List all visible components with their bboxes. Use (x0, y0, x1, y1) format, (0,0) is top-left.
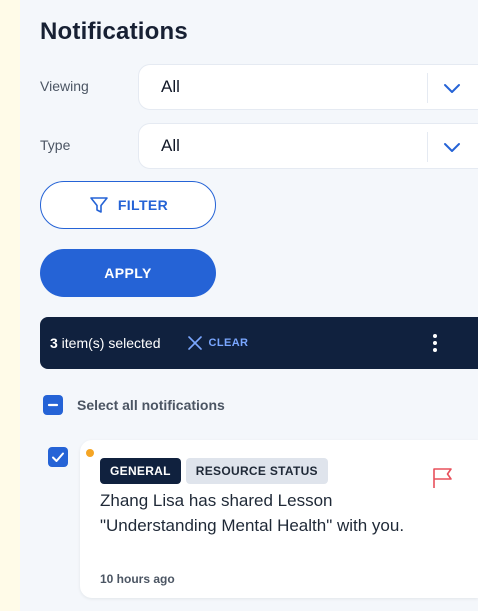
type-select[interactable]: All (138, 123, 478, 169)
viewing-select[interactable]: All (138, 64, 478, 110)
filter-button[interactable]: FILTER (40, 181, 216, 229)
select-divider (427, 73, 428, 103)
category-badge: GENERAL (100, 458, 181, 484)
select-all-checkbox[interactable] (43, 395, 63, 415)
notification-message: Zhang Lisa has shared Lesson "Understand… (100, 491, 405, 535)
unread-indicator (86, 449, 94, 457)
notification-time: 10 hours ago (100, 572, 175, 586)
notification-checkbox[interactable] (48, 447, 68, 467)
more-vertical-icon[interactable] (432, 333, 438, 353)
select-all-row[interactable]: Select all notifications (43, 395, 225, 415)
select-all-label: Select all notifications (77, 397, 225, 413)
minus-icon (47, 403, 59, 407)
flag-icon[interactable] (430, 466, 456, 490)
status-badge: RESOURCE STATUS (185, 458, 328, 484)
check-icon (52, 452, 64, 462)
filter-button-label: FILTER (117, 197, 169, 213)
type-label: Type (40, 137, 71, 153)
selection-count: 3 (50, 335, 58, 351)
notification-card[interactable]: GENERAL RESOURCE STATUS Zhang Lisa has s… (80, 440, 478, 598)
viewing-select-value: All (161, 77, 180, 96)
selection-suffix: item(s) selected (57, 335, 161, 351)
chevron-down-icon[interactable] (441, 136, 463, 158)
selection-toolbar: 3 item(s) selected CLEAR (40, 317, 478, 369)
clear-selection-label: CLEAR (208, 337, 249, 349)
close-icon (187, 336, 202, 350)
page-title: Notifications (40, 18, 188, 45)
filter-funnel-icon (90, 197, 108, 213)
select-divider (427, 132, 428, 162)
chevron-down-icon[interactable] (441, 77, 463, 99)
viewing-label: Viewing (40, 78, 89, 94)
notifications-panel: Notifications Viewing All Type All FILTE… (20, 0, 478, 611)
type-select-value: All (161, 136, 180, 155)
clear-selection-button[interactable]: CLEAR (187, 335, 249, 351)
apply-button[interactable]: APPLY (40, 249, 216, 297)
selection-count-text: 3 item(s) selected (50, 335, 161, 351)
notification-badges: GENERAL RESOURCE STATUS (100, 458, 328, 484)
apply-button-label: APPLY (104, 265, 152, 281)
